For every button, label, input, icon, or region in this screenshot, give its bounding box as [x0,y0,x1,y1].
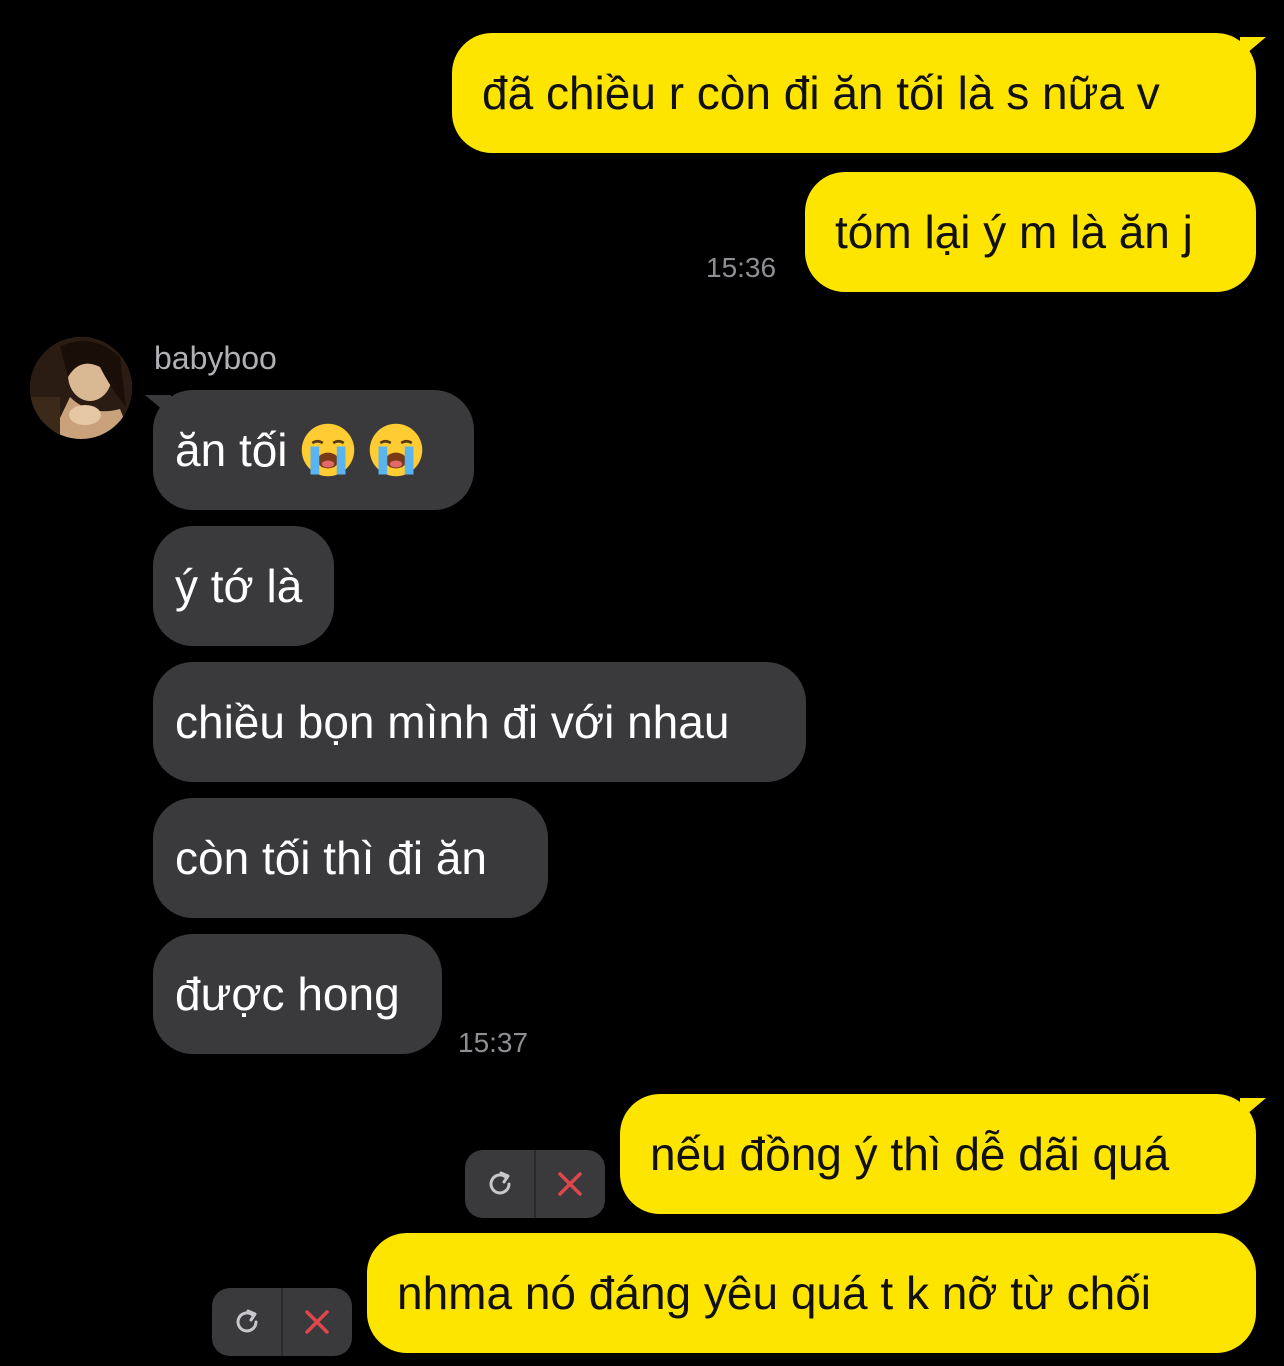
avatar[interactable] [30,337,132,439]
close-icon [305,1310,330,1334]
retry-button[interactable] [465,1150,534,1218]
message-text: đã chiều r còn đi ăn tối là s nữa v [482,67,1160,119]
message-timestamp: 15:37 [458,1027,529,1058]
failed-message-controls [212,1288,352,1356]
message-text: được hong [175,968,400,1020]
cancel-button[interactable] [536,1150,605,1218]
cancel-button[interactable] [283,1288,352,1356]
message-text: nếu đồng ý thì dễ dãi quá [650,1128,1170,1180]
loudly-crying-face-icon [369,423,422,477]
message-text: còn tối thì đi ăn [175,832,487,884]
outgoing-message[interactable]: tóm lại ý m là ăn j [805,172,1256,292]
incoming-message[interactable]: ý tớ là [153,526,334,646]
message-timestamp: 15:36 [706,252,777,283]
message-text: tóm lại ý m là ăn j [835,206,1193,258]
message-text: ăn tối [175,424,288,476]
bubble-tail [1240,37,1266,59]
sender-name: babyboo [154,340,277,376]
incoming-message[interactable]: ăn tối [153,390,474,510]
retry-icon [489,1171,510,1195]
outgoing-message[interactable]: đã chiều r còn đi ăn tối là s nữa v [452,33,1256,153]
message-text: ý tớ là [175,560,303,612]
incoming-message[interactable]: còn tối thì đi ăn [153,798,548,918]
retry-icon [236,1309,257,1333]
message-text: nhma nó đáng yêu quá t k nỡ từ chối [397,1267,1151,1319]
retry-button[interactable] [212,1288,281,1356]
loudly-crying-face-icon [301,423,354,477]
outgoing-message[interactable]: nếu đồng ý thì dễ dãi quá [620,1094,1256,1214]
failed-message-controls [465,1150,605,1218]
incoming-message[interactable]: được hong [153,934,442,1054]
avatar-photo [30,337,132,439]
message-text: chiều bọn mình đi với nhau [175,696,730,748]
outgoing-message[interactable]: nhma nó đáng yêu quá t k nỡ từ chối [367,1233,1256,1353]
incoming-message[interactable]: chiều bọn mình đi với nhau [153,662,806,782]
bubble-tail [1240,1098,1266,1120]
close-icon [558,1172,583,1196]
